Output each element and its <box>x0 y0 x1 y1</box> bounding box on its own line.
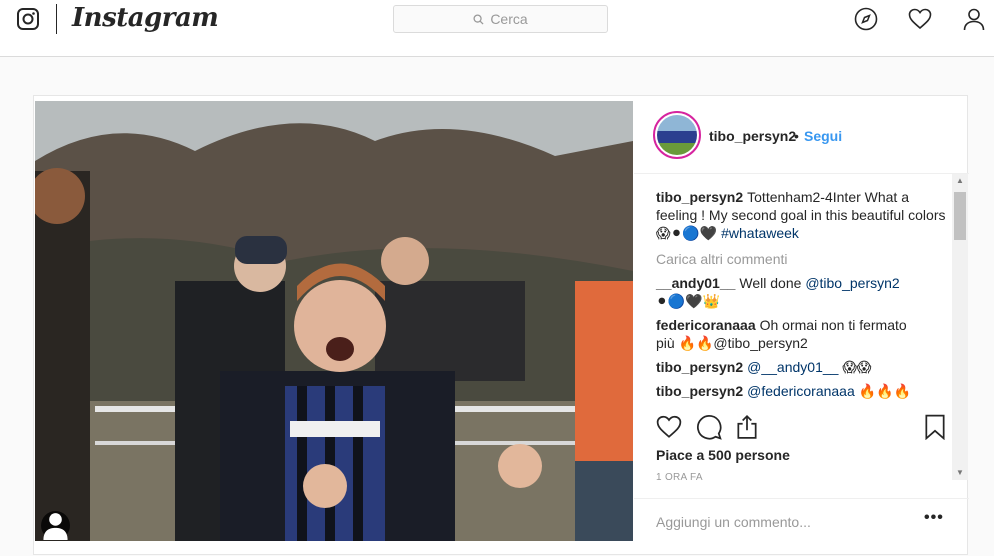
post-timestamp: 1 ORA FA <box>656 472 703 483</box>
comment-username[interactable]: federicoranaaa <box>656 317 756 333</box>
post-header: tibo_persyn2 • Segui <box>634 96 969 174</box>
tagged-users-button[interactable] <box>41 511 70 540</box>
add-comment-input[interactable]: Aggiungi un commento... <box>656 514 811 530</box>
comment-bubble-icon[interactable] <box>696 414 722 440</box>
scrollbar-thumb[interactable] <box>954 192 966 240</box>
activity-heart-icon[interactable] <box>908 7 932 31</box>
comment-mention[interactable]: @federicoranaaa <box>747 383 855 399</box>
post-sidebar: tibo_persyn2 • Segui tibo_persyn2 Tottenh… <box>634 96 969 556</box>
search-icon <box>473 13 484 25</box>
instagram-camera-icon[interactable] <box>16 7 40 31</box>
comment-item: federicoranaaa Oh ormai non ti fermato pi… <box>656 316 964 352</box>
post-photo[interactable] <box>35 101 633 541</box>
comment-username[interactable]: tibo_persyn2 <box>656 359 743 375</box>
scroll-up-arrow-icon[interactable]: ▲ <box>956 176 964 185</box>
more-options-button[interactable]: ••• <box>924 509 944 527</box>
comment-emoji: ⚫🔵🖤👑 <box>656 293 721 309</box>
header-separator-dot: • <box>794 128 799 144</box>
caption-hashtag[interactable]: #whataweek <box>721 225 799 241</box>
like-heart-icon[interactable] <box>656 414 682 440</box>
comment-emoji: 😱😱 <box>842 359 872 375</box>
top-navigation-bar: Instagram Cerca <box>0 0 994 57</box>
comment-item: tibo_persyn2 @__andy01__ 😱😱 <box>656 358 964 376</box>
profile-person-icon[interactable] <box>962 7 986 31</box>
likes-count[interactable]: Piace a 500 persone <box>656 447 790 463</box>
logo-divider <box>56 4 57 34</box>
author-avatar[interactable] <box>653 111 701 159</box>
search-placeholder: Cerca <box>490 11 528 27</box>
comment-username[interactable]: __andy01__ <box>656 275 735 291</box>
scroll-down-arrow-icon[interactable]: ▼ <box>956 468 964 477</box>
comment-text: Well done <box>739 275 802 291</box>
load-more-comments-link[interactable]: Carica altri commenti <box>656 250 954 268</box>
comment-emoji: 🔥🔥🔥 <box>858 383 911 399</box>
author-username[interactable]: tibo_persyn2 <box>709 128 796 144</box>
search-input[interactable]: Cerca <box>393 5 608 33</box>
add-comment-area: Aggiungi un commento... ••• <box>634 498 969 556</box>
comment-username[interactable]: tibo_persyn2 <box>656 383 743 399</box>
comments-list: tibo_persyn2 Tottenham2-4Inter What a fee… <box>656 188 964 406</box>
caption: tibo_persyn2 Tottenham2-4Inter What a fee… <box>656 188 954 242</box>
comment-item: tibo_persyn2 @federicoranaaa 🔥🔥🔥 <box>656 382 964 400</box>
comments-scrollbar[interactable]: ▲ ▼ <box>952 174 968 480</box>
post-card: tibo_persyn2 • Segui tibo_persyn2 Tottenh… <box>33 95 969 556</box>
explore-compass-icon[interactable] <box>854 7 878 31</box>
follow-button[interactable]: Segui <box>804 128 842 144</box>
user-tag-icon <box>43 513 68 540</box>
caption-username[interactable]: tibo_persyn2 <box>656 189 743 205</box>
comment-item: __andy01__ Well done @tibo_persyn2 ⚫🔵🖤👑 <box>656 274 964 310</box>
post-photo-illustration <box>35 101 633 541</box>
save-bookmark-icon[interactable] <box>922 414 948 440</box>
comment-mention[interactable]: @tibo_persyn2 <box>805 275 899 291</box>
instagram-wordmark[interactable]: Instagram <box>72 3 219 33</box>
share-upload-icon[interactable] <box>734 414 760 440</box>
comment-mention[interactable]: @__andy01__ <box>747 359 838 375</box>
